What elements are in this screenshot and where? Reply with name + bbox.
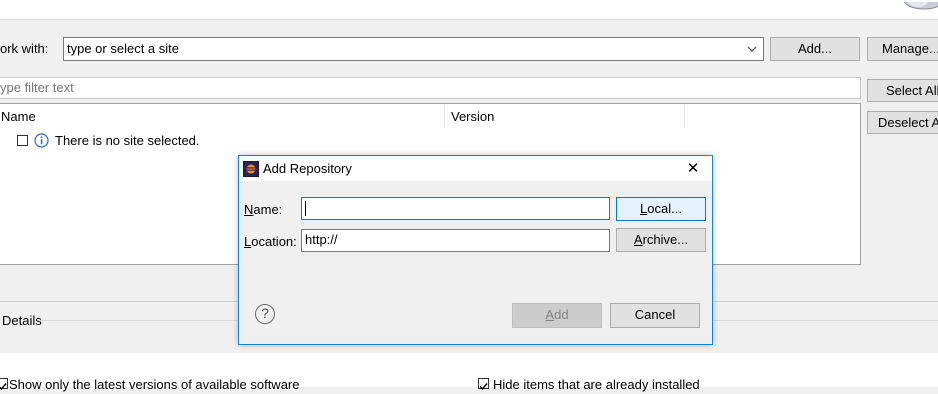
local-button[interactable]: Local... (616, 197, 706, 221)
row-checkbox[interactable] (17, 135, 28, 146)
work-with-label: ork with: (0, 41, 49, 56)
details-label: Details (2, 313, 42, 328)
column-header-version[interactable]: Version (451, 109, 494, 124)
show-latest-label: Show only the latest versions of availab… (9, 377, 300, 392)
hide-installed-label: Hide items that are already installed (493, 377, 700, 392)
wizard-banner-icon (896, 0, 938, 10)
archive-button[interactable]: Archive... (616, 228, 706, 252)
work-with-combo-text: type or select a site (67, 41, 179, 56)
close-icon[interactable]: ✕ (682, 159, 704, 179)
dialog-titlebar[interactable]: Add Repository ✕ (239, 156, 712, 181)
table-row[interactable]: There is no site selected. (0, 130, 860, 152)
show-latest-checkbox[interactable] (0, 378, 8, 391)
add-site-button[interactable]: Add... (770, 37, 860, 61)
location-field-value: http:// (305, 232, 338, 247)
eclipse-icon (243, 161, 259, 180)
info-icon (34, 133, 49, 151)
top-banner (0, 0, 938, 20)
row-text: There is no site selected. (55, 133, 200, 148)
name-field[interactable] (301, 197, 610, 220)
deselect-all-button[interactable]: Deselect A (867, 111, 938, 134)
name-label: Name: (244, 202, 283, 217)
dialog-title: Add Repository (263, 161, 352, 176)
select-all-button[interactable]: Select All (867, 79, 938, 102)
cancel-button[interactable]: Cancel (610, 303, 700, 328)
filter-placeholder: ype filter text (0, 80, 74, 95)
hide-installed-checkbox[interactable] (478, 378, 489, 391)
add-repository-dialog[interactable]: Add Repository ✕ Name: Local... Location… (238, 155, 713, 345)
filter-input[interactable]: ype filter text (0, 77, 861, 99)
chevron-down-icon[interactable] (747, 38, 757, 60)
add-button[interactable]: Add (512, 303, 602, 328)
hide-installed-option[interactable]: Hide items that are already installed (478, 377, 778, 392)
location-label: Location: (244, 234, 297, 249)
help-icon[interactable]: ? (255, 304, 275, 324)
location-field[interactable]: http:// (301, 229, 610, 252)
work-with-combo[interactable]: type or select a site (63, 37, 764, 61)
column-header-name[interactable]: Name (1, 109, 36, 124)
show-latest-option[interactable]: Show only the latest versions of availab… (0, 377, 400, 392)
text-caret (305, 201, 306, 216)
manage-button[interactable]: Manage... (867, 37, 938, 61)
